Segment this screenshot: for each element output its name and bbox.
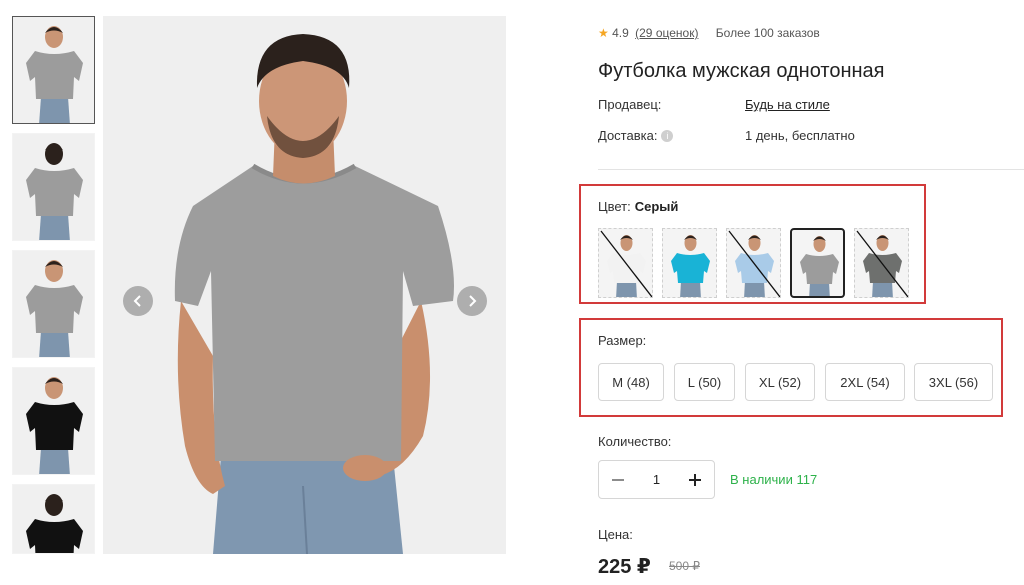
minus-icon [612, 478, 624, 481]
current-price: 225 ₽ [598, 556, 651, 578]
prev-image-button[interactable] [123, 286, 153, 316]
thumbnail-image [13, 134, 94, 240]
product-title: Футболка мужская однотонная [598, 60, 885, 82]
next-image-button[interactable] [457, 286, 487, 316]
model-photo [103, 16, 506, 554]
thumbnail-1[interactable] [12, 16, 95, 124]
quantity-stepper [598, 460, 715, 499]
color-swatch-gray[interactable] [790, 228, 845, 298]
size-option[interactable]: XL (52) [745, 363, 815, 401]
swatch-image [856, 230, 908, 297]
size-option[interactable]: 2XL (54) [825, 363, 905, 401]
price-label: Цена: [598, 527, 633, 542]
color-label-text: Цвет: [598, 199, 631, 214]
color-swatch-turquoise[interactable] [662, 228, 717, 298]
seller-row: Продавец: Будь на стиле [598, 97, 830, 112]
main-product-image [103, 16, 506, 554]
thumbnail-image [13, 251, 94, 357]
chevron-right-icon [469, 295, 477, 307]
delivery-row: Доставка: i 1 день, бесплатно [598, 128, 855, 143]
thumbnail-3[interactable] [12, 250, 95, 358]
size-label: Размер: [598, 333, 647, 348]
color-label: Цвет: Серый [598, 199, 678, 214]
divider [598, 169, 1024, 170]
seller-link[interactable]: Будь на стиле [745, 97, 830, 112]
old-price: 500 ₽ [669, 559, 700, 573]
thumbnail-4[interactable] [12, 367, 95, 475]
quantity-label: Количество: [598, 434, 672, 449]
thumbnail-list [12, 16, 96, 563]
plus-icon [689, 473, 701, 486]
color-swatch-dark-gray[interactable] [854, 228, 909, 298]
swatch-image [728, 230, 780, 297]
thumbnail-2[interactable] [12, 133, 95, 241]
thumbnail-image [13, 17, 94, 123]
swatch-image [671, 235, 710, 297]
info-icon[interactable]: i [661, 130, 674, 142]
thumbnail-5[interactable] [12, 484, 95, 554]
rating-value: 4.9 [612, 26, 629, 40]
size-option[interactable]: M (48) [598, 363, 664, 401]
selected-color: Серый [634, 199, 679, 214]
swatch-image [800, 236, 839, 296]
thumbnail-image [13, 368, 94, 474]
rating-row: ★ 4.9 (29 оценок) Более 100 заказов [598, 26, 820, 40]
color-swatch-light-blue[interactable] [726, 228, 781, 298]
size-option[interactable]: L (50) [674, 363, 735, 401]
reviews-link[interactable]: (29 оценок) [635, 26, 698, 40]
delivery-value: 1 день, бесплатно [745, 128, 855, 143]
swatch-image [600, 230, 652, 297]
thumbnail-image [13, 485, 94, 553]
decrease-quantity-button[interactable] [599, 461, 637, 498]
delivery-label: Доставка: [598, 128, 658, 143]
chevron-left-icon [133, 295, 141, 307]
stock-status: В наличии 117 [730, 472, 818, 487]
quantity-input[interactable] [637, 472, 676, 487]
increase-quantity-button[interactable] [676, 461, 714, 498]
color-swatch-white[interactable] [598, 228, 653, 298]
size-option[interactable]: 3XL (56) [914, 363, 993, 401]
star-icon: ★ [598, 26, 609, 40]
seller-label: Продавец: [598, 97, 662, 112]
orders-count: Более 100 заказов [715, 26, 820, 40]
